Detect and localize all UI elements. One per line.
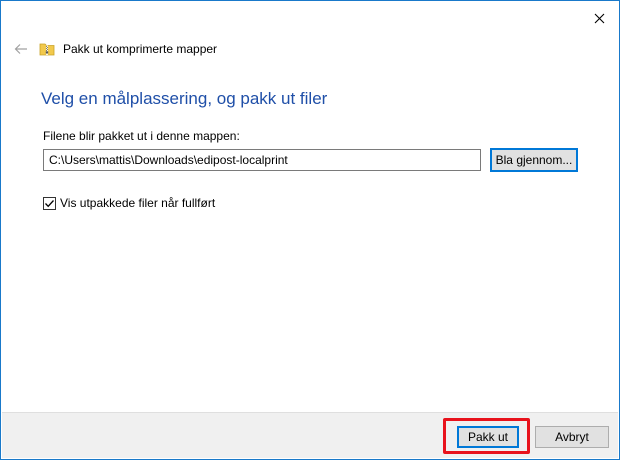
cancel-button[interactable]: Avbryt	[535, 426, 609, 448]
close-button[interactable]	[585, 7, 613, 29]
destination-path-input[interactable]	[43, 149, 481, 171]
back-button[interactable]	[11, 39, 31, 59]
wizard-title: Pakk ut komprimerte mapper	[63, 42, 218, 56]
wizard-header: Pakk ut komprimerte mapper	[11, 39, 217, 59]
back-arrow-icon	[14, 44, 27, 54]
extract-wizard-window: Pakk ut komprimerte mapper Velg en målpl…	[0, 0, 620, 460]
show-files-option[interactable]: Vis utpakkede filer når fullført	[43, 196, 215, 210]
browse-button[interactable]: Bla gjennom...	[490, 148, 578, 172]
show-files-label: Vis utpakkede filer når fullført	[60, 196, 216, 210]
checkmark-icon	[45, 199, 54, 207]
zip-folder-icon	[39, 43, 55, 56]
page-heading: Velg en målplassering, og pakk ut filer	[41, 89, 328, 108]
close-icon	[594, 13, 604, 23]
extract-button-highlight	[443, 418, 530, 454]
show-files-checkbox[interactable]	[43, 196, 56, 210]
destination-label: Filene blir pakket ut i denne mappen:	[43, 129, 240, 143]
